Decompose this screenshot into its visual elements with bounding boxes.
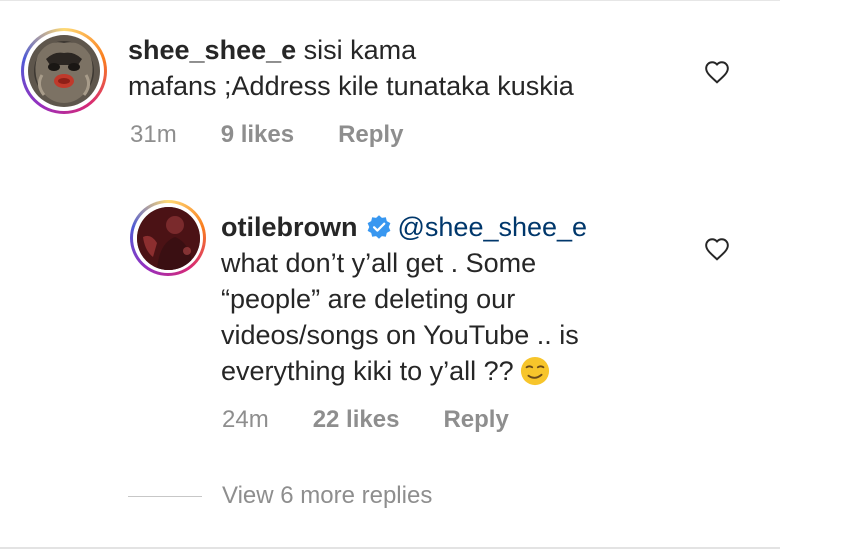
reply-text-line: videos/songs on YouTube .. is: [221, 320, 579, 350]
smirking-face-emoji: [520, 356, 549, 386]
verified-badge-icon: [367, 215, 390, 239]
timestamp: 24m: [222, 406, 269, 433]
reply-button[interactable]: Reply: [338, 121, 403, 149]
comment-text: shee_shee_e sisi kama mafans ;Address ki…: [128, 32, 668, 104]
mention-link[interactable]: @shee_shee_e: [398, 212, 588, 242]
reply-text-line: “people” are deleting our: [221, 284, 516, 314]
bottom-divider: [0, 547, 780, 549]
view-more-replies-button[interactable]: View 6 more replies: [128, 482, 432, 510]
view-more-replies-label: View 6 more replies: [222, 482, 433, 509]
reply-text-line: what don’t y’all get . Some: [221, 248, 537, 278]
likes-count[interactable]: 22 likes: [313, 406, 400, 434]
avatar: [28, 35, 100, 107]
username[interactable]: shee_shee_e: [128, 35, 296, 65]
avatar-photo-person: [136, 206, 200, 270]
reply-text: otilebrown @shee_shee_e what don’t y’all…: [221, 209, 681, 389]
avatar-ring[interactable]: [21, 28, 107, 114]
avatar-photo-monkey: [28, 35, 100, 107]
divider-line: [128, 495, 202, 497]
avatar: [136, 206, 200, 270]
comment-meta: 31m 9 likes Reply: [130, 121, 403, 149]
reply-button[interactable]: Reply: [443, 406, 508, 434]
comment-text-line: mafans ;Address kile tunataka kuskia: [128, 71, 574, 101]
username[interactable]: otilebrown: [221, 212, 358, 242]
likes-count[interactable]: 9 likes: [221, 121, 294, 149]
comments-screen: shee_shee_e sisi kama mafans ;Address ki…: [0, 0, 850, 553]
heart-outline-icon[interactable]: [704, 60, 730, 84]
reply-text-line: everything kiki to y’all ??: [221, 356, 514, 386]
reply-meta: 24m 22 likes Reply: [222, 406, 509, 434]
heart-outline-icon[interactable]: [704, 237, 730, 261]
avatar-ring[interactable]: [130, 200, 206, 276]
top-divider: [0, 0, 780, 1]
timestamp: 31m: [130, 121, 177, 148]
comment-text-line: sisi kama: [303, 35, 417, 65]
